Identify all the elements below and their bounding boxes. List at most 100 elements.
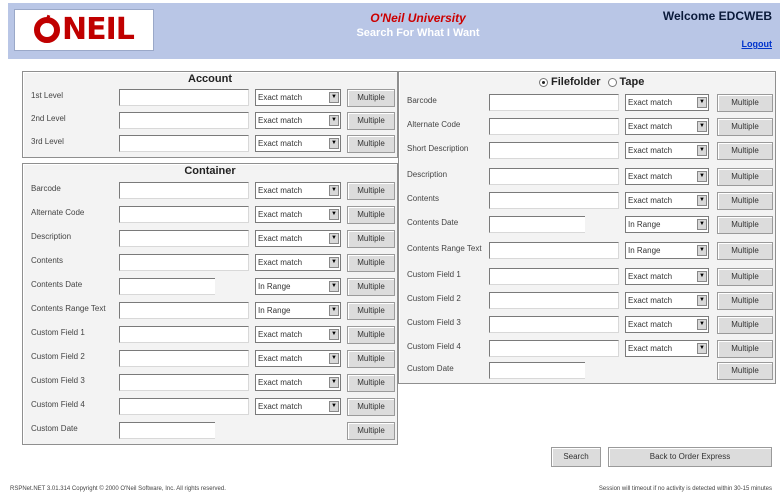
filefolder-multiple-button-custom-field-2[interactable]: Multiple <box>717 292 773 310</box>
filefolder-multiple-button-contents-date[interactable]: Multiple <box>717 216 773 234</box>
container-multiple-button-description[interactable]: Multiple <box>347 230 395 248</box>
account-match-select-3rd-level[interactable]: Exact match ▼ <box>255 135 341 152</box>
filefolder-match-select-description[interactable]: Exact match ▼ <box>625 168 709 185</box>
logout-link[interactable]: Logout <box>742 39 773 49</box>
container-input-custom-field-4[interactable] <box>119 398 249 415</box>
filefolder-match-select-contents[interactable]: Exact match ▼ <box>625 192 709 209</box>
filefolder-input-custom-date[interactable] <box>489 362 585 379</box>
filefolder-multiple-button-custom-date[interactable]: Multiple <box>717 362 773 380</box>
filefolder-multiple-button-contents[interactable]: Multiple <box>717 192 773 210</box>
filefolder-match-select-custom-field-1[interactable]: Exact match ▼ <box>625 268 709 285</box>
container-input-description[interactable] <box>119 230 249 247</box>
container-match-select-alternate-code[interactable]: Exact match ▼ <box>255 206 341 223</box>
container-match-select-custom-field-4[interactable]: Exact match ▼ <box>255 398 341 415</box>
filefolder-row-contents: Contents Exact match ▼ Multiple <box>407 192 773 210</box>
filefolder-multiple-button-contents-range-text[interactable]: Multiple <box>717 242 773 260</box>
filefolder-multiple-button-custom-field-3[interactable]: Multiple <box>717 316 773 334</box>
filefolder-multiple-button-custom-field-4[interactable]: Multiple <box>717 340 773 358</box>
container-multiple-button-contents-range-text[interactable]: Multiple <box>347 302 395 320</box>
container-input-custom-date[interactable] <box>119 422 215 439</box>
filefolder-input-custom-field-2[interactable] <box>489 292 619 309</box>
container-multiple-button-custom-field-2[interactable]: Multiple <box>347 350 395 368</box>
filefolder-input-custom-field-3[interactable] <box>489 316 619 333</box>
filefolder-multiple-button-short-description[interactable]: Multiple <box>717 142 773 160</box>
account-input-2nd-level[interactable] <box>119 112 249 129</box>
filefolder-input-custom-field-1[interactable] <box>489 268 619 285</box>
container-match-value-contents-date: In Range <box>258 282 291 291</box>
account-match-select-1st-level[interactable]: Exact match ▼ <box>255 89 341 106</box>
filefolder-multiple-button-barcode[interactable]: Multiple <box>717 94 773 112</box>
filefolder-input-custom-field-4[interactable] <box>489 340 619 357</box>
account-label-2nd-level: 2nd Level <box>31 114 66 123</box>
container-row-contents-range-text: Contents Range Text In Range ▼ Multiple <box>31 302 395 320</box>
container-match-select-contents-date[interactable]: In Range ▼ <box>255 278 341 295</box>
container-match-select-contents-range-text[interactable]: In Range ▼ <box>255 302 341 319</box>
account-input-3rd-level[interactable] <box>119 135 249 152</box>
container-input-custom-field-3[interactable] <box>119 374 249 391</box>
filefolder-input-short-description[interactable] <box>489 142 619 159</box>
container-multiple-button-custom-date[interactable]: Multiple <box>347 422 395 440</box>
filefolder-radio[interactable] <box>539 77 548 87</box>
filefolder-match-select-custom-field-2[interactable]: Exact match ▼ <box>625 292 709 309</box>
container-multiple-button-alternate-code[interactable]: Multiple <box>347 206 395 224</box>
container-label-contents: Contents <box>31 256 64 265</box>
filefolder-row-contents-range-text: Contents Range Text In Range ▼ Multiple <box>407 242 773 260</box>
container-input-barcode[interactable] <box>119 182 249 199</box>
account-panel-title: Account <box>188 73 232 85</box>
account-match-select-2nd-level[interactable]: Exact match ▼ <box>255 112 341 129</box>
container-multiple-button-custom-field-4[interactable]: Multiple <box>347 398 395 416</box>
filefolder-input-alternate-code[interactable] <box>489 118 619 135</box>
container-multiple-button-contents[interactable]: Multiple <box>347 254 395 272</box>
container-multiple-button-custom-field-1[interactable]: Multiple <box>347 326 395 344</box>
account-multiple-button-3rd-level[interactable]: Multiple <box>347 135 395 153</box>
item-type-selector: Filefolder Tape <box>539 76 644 88</box>
filefolder-match-select-alternate-code[interactable]: Exact match ▼ <box>625 118 709 135</box>
container-match-select-barcode[interactable]: Exact match ▼ <box>255 182 341 199</box>
container-match-select-custom-field-2[interactable]: Exact match ▼ <box>255 350 341 367</box>
chevron-down-icon: ▼ <box>329 281 339 292</box>
back-to-order-express-button[interactable]: Back to Order Express <box>608 447 772 467</box>
chevron-down-icon: ▼ <box>329 329 339 340</box>
container-input-alternate-code[interactable] <box>119 206 249 223</box>
filefolder-input-contents[interactable] <box>489 192 619 209</box>
filefolder-label-short-description: Short Description <box>407 144 469 153</box>
filefolder-match-value-description: Exact match <box>628 172 673 181</box>
filefolder-input-barcode[interactable] <box>489 94 619 111</box>
filefolder-multiple-button-description[interactable]: Multiple <box>717 168 773 186</box>
container-multiple-button-custom-field-3[interactable]: Multiple <box>347 374 395 392</box>
filefolder-row-alternate-code: Alternate Code Exact match ▼ Multiple <box>407 118 773 136</box>
filefolder-match-select-contents-date[interactable]: In Range ▼ <box>625 216 709 233</box>
filefolder-input-contents-date[interactable] <box>489 216 585 233</box>
container-match-select-custom-field-3[interactable]: Exact match ▼ <box>255 374 341 391</box>
container-match-select-contents[interactable]: Exact match ▼ <box>255 254 341 271</box>
account-multiple-button-2nd-level[interactable]: Multiple <box>347 112 395 130</box>
filefolder-match-select-barcode[interactable]: Exact match ▼ <box>625 94 709 111</box>
tape-radio[interactable] <box>607 77 617 87</box>
container-label-alternate-code: Alternate Code <box>31 208 85 217</box>
filefolder-match-select-contents-range-text[interactable]: In Range ▼ <box>625 242 709 259</box>
container-match-select-description[interactable]: Exact match ▼ <box>255 230 341 247</box>
chevron-down-icon: ▼ <box>697 195 707 206</box>
account-input-1st-level[interactable] <box>119 89 249 106</box>
container-input-custom-field-1[interactable] <box>119 326 249 343</box>
filefolder-input-contents-range-text[interactable] <box>489 242 619 259</box>
filefolder-input-description[interactable] <box>489 168 619 185</box>
container-input-contents-range-text[interactable] <box>119 302 249 319</box>
container-row-custom-date: Custom Date Multiple <box>31 422 395 440</box>
filefolder-label-custom-field-2: Custom Field 2 <box>407 294 461 303</box>
container-input-contents[interactable] <box>119 254 249 271</box>
container-multiple-button-contents-date[interactable]: Multiple <box>347 278 395 296</box>
container-multiple-button-barcode[interactable]: Multiple <box>347 182 395 200</box>
filefolder-match-select-custom-field-4[interactable]: Exact match ▼ <box>625 340 709 357</box>
filefolder-match-select-short-description[interactable]: Exact match ▼ <box>625 142 709 159</box>
search-button[interactable]: Search <box>551 447 601 467</box>
account-multiple-button-1st-level[interactable]: Multiple <box>347 89 395 107</box>
container-match-select-custom-field-1[interactable]: Exact match ▼ <box>255 326 341 343</box>
filefolder-multiple-button-custom-field-1[interactable]: Multiple <box>717 268 773 286</box>
filefolder-match-select-custom-field-3[interactable]: Exact match ▼ <box>625 316 709 333</box>
container-input-custom-field-2[interactable] <box>119 350 249 367</box>
container-label-contents-date: Contents Date <box>31 280 83 289</box>
container-input-contents-date[interactable] <box>119 278 215 295</box>
account-row-1st-level: 1st Level Exact match ▼ Multiple <box>31 89 395 107</box>
filefolder-multiple-button-alternate-code[interactable]: Multiple <box>717 118 773 136</box>
